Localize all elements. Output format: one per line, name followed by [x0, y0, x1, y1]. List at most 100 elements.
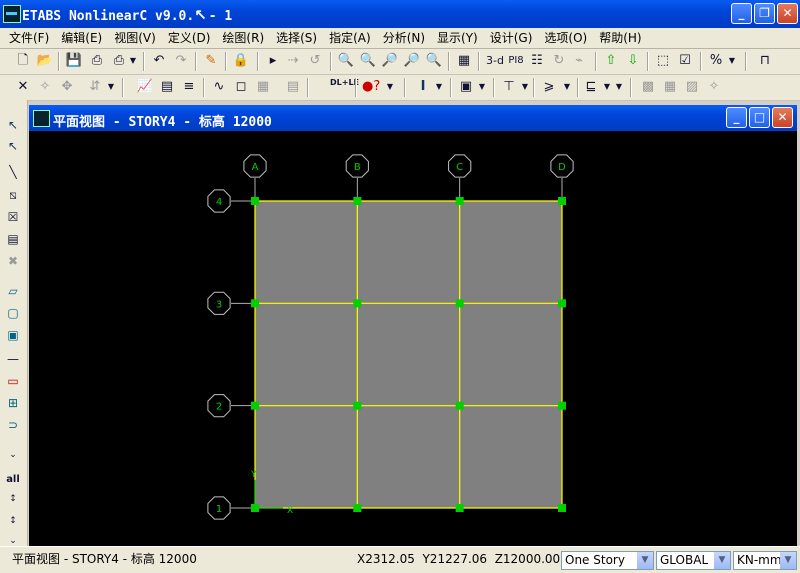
menu-item-1[interactable]: 编辑(E)	[55, 28, 108, 48]
joint-point-A4[interactable]	[251, 197, 259, 205]
undo-icon[interactable]: ↶	[150, 52, 168, 70]
reshape-icon[interactable]: ↖	[4, 137, 22, 155]
draw-wall-box-icon[interactable]: ▭	[4, 372, 22, 390]
replicate-icon[interactable]: ✧	[36, 78, 54, 96]
story-select[interactable]: One Story ▼	[561, 551, 654, 570]
units-select[interactable]: KN-mm ▼	[733, 551, 797, 570]
plan-view-title-bar[interactable]: 平面视图 - STORY4 - 标高 12000 _ □ ✕	[29, 105, 797, 131]
menu-item-2[interactable]: 视图(V)	[108, 28, 162, 48]
zoom-in-icon[interactable]: 🔎	[381, 52, 399, 70]
draw-rect-area-icon[interactable]: ▢	[4, 304, 22, 322]
joint-point-C4[interactable]	[455, 197, 464, 205]
rubber-band-zoom-icon[interactable]: ↺	[306, 52, 324, 70]
draw-column-icon[interactable]: ⊤	[500, 78, 518, 96]
design-concrete-icon[interactable]: ▦	[661, 78, 679, 96]
grid-view-icon[interactable]: ▦	[455, 52, 473, 70]
zoom-window-icon[interactable]: 🔍	[337, 52, 355, 70]
menu-item-10[interactable]: 选项(O)	[538, 28, 593, 48]
plane-button[interactable]: I	[414, 78, 432, 96]
dropdown-arrow-icon[interactable]: ▼	[385, 78, 395, 96]
snap-icon[interactable]: ⇵	[86, 78, 104, 96]
move-down-icon[interactable]: ⇩	[624, 52, 642, 70]
inner-minimize-button[interactable]: _	[726, 107, 747, 128]
dropdown-arrow-icon[interactable]: ▼	[602, 78, 612, 96]
section-cut-icon[interactable]: ▤	[284, 78, 302, 96]
show-mode-shape-icon[interactable]: ∿	[210, 78, 228, 96]
scroll-down-icon[interactable]: ⌄	[4, 446, 22, 464]
dropdown-arrow-icon[interactable]: ▼	[614, 78, 624, 96]
run-analysis-icon[interactable]: ▸	[264, 52, 282, 70]
redo-icon[interactable]: ↷	[172, 52, 190, 70]
dropdown-arrow-icon[interactable]: ▼	[562, 78, 572, 96]
joint-point-C3[interactable]	[455, 299, 464, 308]
coord-system-select[interactable]: GLOBAL ▼	[656, 551, 731, 570]
draw-cross-icon[interactable]: ✖	[4, 252, 22, 270]
joint-point-B3[interactable]	[353, 299, 362, 308]
app-title-bar[interactable]: ETABS NonlinearC v9.0.↖ - 1 _ ❐ ✕	[0, 0, 800, 28]
draw-click-area-icon[interactable]: ▣	[4, 326, 22, 344]
close-button[interactable]: ✕	[777, 3, 798, 24]
design-composite-icon[interactable]: ▨	[683, 78, 701, 96]
draw-line-box-icon[interactable]: ⧅	[4, 186, 22, 204]
joint-point-A3[interactable]	[251, 299, 259, 308]
pointer-icon[interactable]: ↖	[4, 116, 22, 134]
floor-slab[interactable]	[255, 201, 562, 508]
draw-brace-box-icon[interactable]: ☒	[4, 208, 22, 226]
draw-area-icon[interactable]: ▣	[457, 78, 475, 96]
show-forces-icon[interactable]: ◻	[232, 78, 250, 96]
menu-item-4[interactable]: 绘图(R)	[216, 28, 270, 48]
joint-point-B4[interactable]	[353, 197, 362, 205]
move-up-icon[interactable]: ⇧	[602, 52, 620, 70]
pencil-icon[interactable]: ✎	[202, 52, 220, 70]
menu-item-9[interactable]: 设计(G)	[484, 28, 539, 48]
scroll-updown-icon-2[interactable]: ↕	[4, 512, 22, 530]
set-building-view-options-icon[interactable]: ☑	[676, 52, 694, 70]
draw-frame-box-icon[interactable]: ▤	[4, 230, 22, 248]
select-all-button[interactable]: all	[4, 471, 22, 489]
move-icon[interactable]: ✥	[58, 78, 76, 96]
show-energy-icon[interactable]: ▦	[254, 78, 272, 96]
save-icon[interactable]: 💾	[65, 52, 83, 70]
joint-point-C2[interactable]	[455, 401, 464, 410]
print-icon[interactable]: ⎙	[88, 52, 106, 70]
plan-canvas[interactable]: A B C D 4 3 2 1 X Y	[29, 131, 797, 546]
menu-item-0[interactable]: 文件(F)	[3, 28, 55, 48]
joint-point-D4[interactable]	[558, 197, 566, 205]
menu-item-3[interactable]: 定义(D)	[162, 28, 217, 48]
show-deformed-icon[interactable]: ≡	[180, 78, 198, 96]
draw-line-icon[interactable]: ╲	[4, 163, 22, 181]
plan-view-button[interactable]: PI8	[507, 52, 525, 70]
menu-item-6[interactable]: 指定(A)	[323, 28, 377, 48]
restore-full-view-icon[interactable]: 🔍	[359, 52, 377, 70]
joint-point-D2[interactable]	[558, 401, 566, 410]
rotate-view-icon[interactable]: ↻	[550, 52, 568, 70]
design-wall-icon[interactable]: ✧	[705, 78, 723, 96]
run-step-icon[interactable]: ⇢	[284, 52, 302, 70]
joint-point-B1[interactable]	[353, 504, 362, 512]
joint-point-B2[interactable]	[353, 401, 362, 410]
dropdown-arrow-icon[interactable]: ▼	[727, 52, 737, 70]
joint-point-D1[interactable]	[558, 504, 566, 512]
percent-icon[interactable]: %	[707, 52, 725, 70]
show-loads-icon[interactable]: ▤	[158, 78, 176, 96]
design-steel-icon[interactable]: ▩	[639, 78, 657, 96]
lock-icon[interactable]: 🔒	[232, 52, 250, 70]
draw-area-poly-icon[interactable]: ▱	[4, 282, 22, 300]
draw-brace-icon[interactable]: ⩾	[540, 78, 558, 96]
object-shrink-icon[interactable]: ⬚	[654, 52, 672, 70]
load-combination-button[interactable]: DL+LE	[330, 78, 359, 96]
dropdown-arrow-icon[interactable]: ▼	[434, 78, 444, 96]
scroll-updown-icon[interactable]: ↕	[4, 490, 22, 508]
show-undeformed-icon[interactable]: 📈	[136, 78, 154, 96]
inner-maximize-button[interactable]: □	[749, 107, 770, 128]
delete-icon[interactable]: ✕	[14, 78, 32, 96]
dropdown-arrow-icon[interactable]: ▼	[128, 52, 138, 70]
perspective-icon[interactable]: ⌁	[570, 52, 588, 70]
plan-view-window[interactable]: 平面视图 - STORY4 - 标高 12000 _ □ ✕ A B C D 4 3 2 1 X…	[29, 105, 797, 546]
inner-close-button[interactable]: ✕	[772, 107, 793, 128]
restore-button[interactable]: ❐	[754, 3, 775, 24]
view-3d-button[interactable]: 3-d	[484, 52, 506, 70]
print-graphics-icon[interactable]: ⎙	[110, 52, 128, 70]
menu-item-11[interactable]: 帮助(H)	[593, 28, 647, 48]
joint-point-D3[interactable]	[558, 299, 566, 308]
